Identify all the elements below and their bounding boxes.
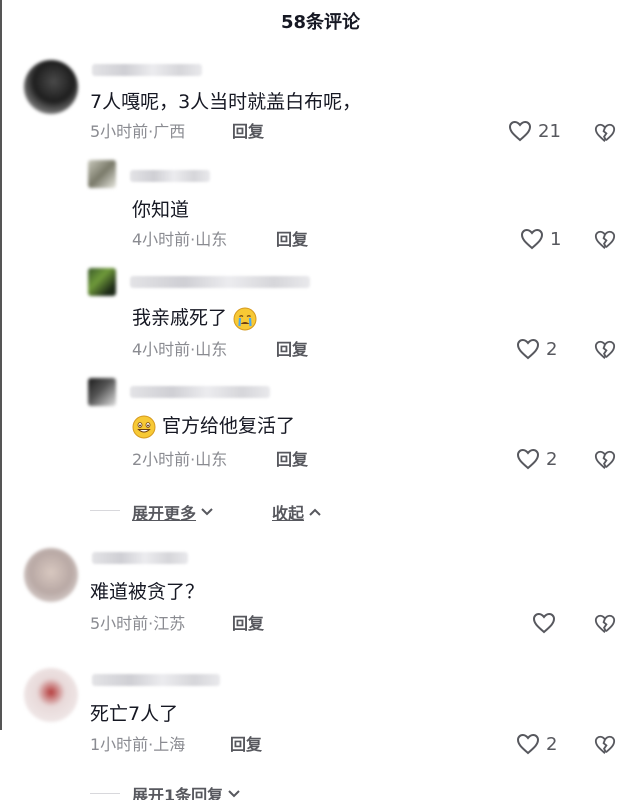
reply-text: 官方给他复活了 (132, 414, 295, 439)
heart-outline-icon (516, 733, 540, 755)
left-edge-divider (0, 0, 2, 730)
like-count: 2 (546, 448, 558, 470)
heart-outline-icon (516, 338, 540, 360)
chevron-up-icon (309, 508, 321, 516)
broken-heart-icon[interactable] (594, 449, 616, 471)
broken-heart-icon[interactable] (594, 613, 616, 635)
username-blurred[interactable] (130, 386, 270, 398)
reply-button[interactable]: 回复 (232, 122, 264, 142)
avatar[interactable] (88, 378, 116, 406)
heart-outline-icon (520, 228, 544, 250)
like-button[interactable]: 2 (516, 338, 557, 360)
avatar[interactable] (24, 548, 78, 602)
broken-heart-icon[interactable] (594, 229, 616, 251)
like-button[interactable] (532, 612, 562, 634)
avatar[interactable] (24, 60, 78, 114)
expand-replies-button[interactable]: 展开1条回复 (132, 782, 241, 800)
reply-button[interactable]: 回复 (276, 340, 308, 360)
reply-time-location: 4小时前·山东 (132, 340, 228, 359)
grinning-face-emoji (132, 415, 156, 438)
username-blurred[interactable] (92, 552, 188, 564)
broken-heart-icon[interactable] (594, 339, 616, 361)
comment-time-location: 5小时前·江苏 (90, 614, 186, 633)
expand-more-label: 展开更多 (132, 504, 197, 523)
like-button[interactable]: 21 (508, 120, 561, 142)
reply-button[interactable]: 回复 (276, 230, 308, 250)
thread-divider (90, 510, 120, 511)
collapse-label: 收起 (272, 504, 305, 523)
comment-count-title: 58条评论 (280, 12, 361, 33)
crying-face-emoji (233, 307, 257, 330)
expand-more-button[interactable]: 展开更多 (132, 500, 214, 524)
like-count: 2 (546, 733, 558, 755)
chevron-down-icon (201, 508, 213, 516)
broken-heart-icon[interactable] (594, 734, 616, 756)
like-count: 2 (546, 338, 558, 360)
comment-time-location: 5小时前·广西 (90, 122, 186, 141)
reply-button[interactable]: 回复 (230, 735, 262, 755)
like-button[interactable]: 2 (516, 733, 557, 755)
collapse-button[interactable]: 收起 (272, 500, 322, 524)
heart-outline-icon (532, 612, 556, 634)
avatar[interactable] (88, 160, 116, 188)
broken-heart-icon[interactable] (594, 122, 616, 144)
comment-text: 7人嘎呢，3人当时就盖白布呢， (90, 91, 362, 113)
reply-button[interactable]: 回复 (276, 450, 308, 470)
like-button[interactable]: 2 (516, 448, 557, 470)
username-blurred[interactable] (92, 64, 202, 76)
username-blurred[interactable] (130, 170, 210, 182)
thread-divider (90, 793, 120, 794)
comment-text: 难道被贪了？ (90, 581, 205, 603)
heart-outline-icon (508, 120, 532, 142)
chevron-down-icon (228, 790, 240, 798)
username-blurred[interactable] (92, 674, 220, 686)
avatar[interactable] (88, 268, 116, 296)
reply-text: 你知道 (132, 199, 190, 221)
heart-outline-icon (516, 448, 540, 470)
reply-time-location: 4小时前·山东 (132, 230, 228, 249)
username-blurred[interactable] (130, 276, 310, 288)
like-button[interactable]: 1 (520, 228, 561, 250)
like-count: 1 (550, 228, 562, 250)
comment-time-location: 1小时前·上海 (90, 735, 186, 754)
comment-text: 死亡7人了 (90, 703, 179, 725)
reply-text-content: 官方给他复活了 (162, 415, 296, 437)
reply-text: 我亲戚死了 (132, 306, 257, 331)
reply-button[interactable]: 回复 (232, 614, 264, 634)
reply-time-location: 2小时前·山东 (132, 450, 228, 469)
expand-replies-label: 展开1条回复 (132, 786, 224, 800)
reply-text-content: 我亲戚死了 (132, 307, 228, 329)
avatar[interactable] (24, 668, 78, 722)
like-count: 21 (538, 120, 561, 142)
